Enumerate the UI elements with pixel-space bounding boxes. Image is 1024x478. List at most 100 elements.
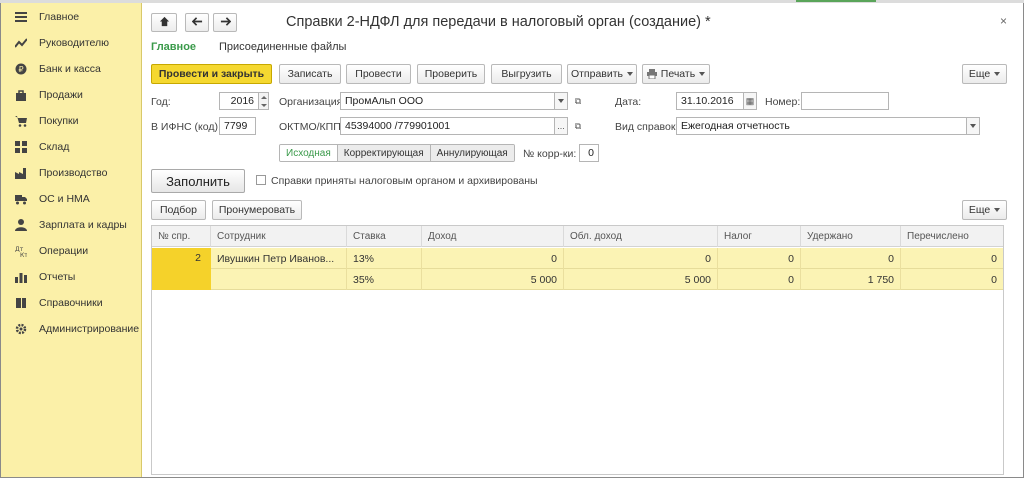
home-button[interactable]: [151, 13, 177, 32]
cart-icon: [15, 115, 27, 127]
segment-original[interactable]: Исходная: [280, 145, 338, 161]
correction-number-field[interactable]: 0: [579, 144, 599, 162]
fill-button[interactable]: Заполнить: [151, 169, 245, 193]
column-header-income[interactable]: Доход: [422, 226, 564, 247]
sidebar-item-label: ОС и НМА: [39, 193, 90, 205]
calendar-icon[interactable]: ▦: [743, 92, 757, 110]
sidebar-item-reports[interactable]: Отчеты: [1, 266, 142, 288]
column-header-transferred[interactable]: Перечислено: [901, 226, 1003, 247]
taxable-income-cell: 0: [564, 248, 718, 269]
column-header-number[interactable]: № спр.: [152, 226, 211, 247]
sidebar-item-label: Справочники: [39, 297, 103, 309]
correction-type-toggle: Исходная Корректирующая Аннулирующая: [279, 144, 515, 162]
tab-main[interactable]: Главное: [151, 41, 196, 53]
taxable-income-cell: 5 000: [564, 269, 718, 290]
chevron-down-icon: [994, 72, 1001, 76]
column-header-employee[interactable]: Сотрудник: [211, 226, 347, 247]
income-cell: 5 000: [422, 269, 564, 290]
table-more-button[interactable]: Еще: [962, 200, 1007, 220]
post-button[interactable]: Провести: [346, 64, 411, 84]
pick-button[interactable]: Подбор: [151, 200, 206, 220]
organization-dropdown-button[interactable]: [554, 92, 568, 110]
sidebar-item-bank[interactable]: ₽ Банк и касса: [1, 58, 142, 80]
sidebar-item-warehouse[interactable]: Склад: [1, 136, 142, 158]
segment-cancelling[interactable]: Аннулирующая: [430, 145, 514, 161]
correction-number-label: № корр-ки:: [523, 148, 577, 160]
archived-checkbox[interactable]: [256, 175, 266, 185]
sidebar-item-salary[interactable]: Зарплата и кадры: [1, 214, 142, 236]
year-stepper[interactable]: [258, 92, 269, 110]
transferred-cell: 0: [991, 273, 997, 286]
sidebar-item-label: Банк и касса: [39, 63, 101, 75]
arrow-right-icon: [220, 16, 231, 30]
sidebar-item-label: Зарплата и кадры: [39, 219, 127, 231]
report-kind-select[interactable]: Ежегодная отчетность: [676, 117, 967, 135]
check-button[interactable]: Проверить: [417, 64, 485, 84]
more-button[interactable]: Еще: [962, 64, 1007, 84]
employee-cell: Ивушкин Петр Иванов...: [211, 248, 347, 269]
ifns-code-field[interactable]: 7799: [219, 117, 256, 135]
certificate-number-cell[interactable]: 2: [152, 248, 211, 290]
home-icon: [159, 16, 170, 30]
chevron-down-icon: [994, 208, 1001, 212]
sidebar-item-sales[interactable]: Продажи: [1, 84, 142, 106]
oktmo-select-button[interactable]: ...: [554, 117, 568, 135]
number-label: Номер:: [765, 96, 801, 108]
chevron-down-icon: [627, 72, 634, 76]
post-and-close-button[interactable]: Провести и закрыть: [151, 64, 272, 84]
tab-attached-files[interactable]: Присоединенные файлы: [219, 41, 346, 53]
chevron-down-icon: [970, 124, 976, 128]
active-indicator: [796, 0, 876, 2]
organization-field[interactable]: ПромАльп ООО: [340, 92, 555, 110]
table-more-label: Еще: [968, 204, 991, 216]
archived-checkbox-label: Справки приняты налоговым органом и архи…: [271, 175, 538, 187]
open-oktmo-icon[interactable]: ⧉: [571, 117, 585, 135]
sidebar-item-label: Главное: [39, 11, 80, 23]
organization-label: Организация:: [279, 96, 346, 108]
column-header-withheld[interactable]: Удержано: [801, 226, 901, 247]
sidebar-item-label: Операции: [39, 245, 89, 257]
forward-button[interactable]: [213, 13, 237, 32]
sidebar-item-purchases[interactable]: Покупки: [1, 110, 142, 132]
table-row[interactable]: Ивушкин Петр Иванов... 13% 0 0 0 0 0: [152, 248, 1003, 269]
back-button[interactable]: [185, 13, 209, 32]
sidebar-item-label: Производство: [39, 167, 108, 179]
date-field[interactable]: 31.10.2016: [676, 92, 744, 110]
withheld-cell: 0: [801, 248, 901, 269]
tax-cell: 0: [718, 248, 801, 269]
upload-button[interactable]: Выгрузить: [491, 64, 562, 84]
report-kind-dropdown-button[interactable]: [966, 117, 980, 135]
withheld-cell: 1 750: [801, 269, 901, 290]
send-button[interactable]: Отправить: [567, 64, 637, 84]
tax-cell: 0: [718, 269, 801, 290]
segment-correcting[interactable]: Корректирующая: [337, 145, 431, 161]
column-header-rate[interactable]: Ставка: [347, 226, 422, 247]
sidebar-item-label: Администрирование: [39, 323, 140, 335]
column-header-tax[interactable]: Налог: [718, 226, 801, 247]
chart-line-icon: [15, 37, 27, 49]
print-button[interactable]: Печать: [642, 64, 710, 84]
table-row[interactable]: 35% 5 000 5 000 0 1 750 0: [152, 269, 1003, 290]
employee-cell: [211, 269, 347, 290]
operations-icon: Дт Кт: [15, 245, 27, 257]
sidebar-item-assets[interactable]: ОС и НМА: [1, 188, 142, 210]
gear-icon: [15, 323, 27, 335]
oktmo-kpp-field[interactable]: 45394000 /779901001: [340, 117, 555, 135]
column-header-taxable-income[interactable]: Обл. доход: [564, 226, 718, 247]
sidebar-item-admin[interactable]: Администрирование: [1, 318, 142, 340]
sidebar-item-manager[interactable]: Руководителю: [1, 32, 142, 54]
sidebar-item-label: Склад: [39, 141, 70, 153]
save-button[interactable]: Записать: [279, 64, 341, 84]
coin-icon: ₽: [15, 63, 27, 75]
sidebar-item-production[interactable]: Производство: [1, 162, 142, 184]
print-label: Печать: [660, 68, 696, 80]
sidebar-item-catalogs[interactable]: Справочники: [1, 292, 142, 314]
renumber-button[interactable]: Пронумеровать: [212, 200, 302, 220]
sidebar-item-operations[interactable]: Дт Кт Операции: [1, 240, 142, 262]
close-icon[interactable]: ×: [1000, 14, 1007, 28]
number-field[interactable]: [801, 92, 889, 110]
sidebar-item-label: Отчеты: [39, 271, 76, 283]
open-organization-icon[interactable]: ⧉: [571, 92, 585, 110]
sidebar-item-main[interactable]: Главное: [1, 6, 142, 28]
year-field[interactable]: 2016: [219, 92, 259, 110]
